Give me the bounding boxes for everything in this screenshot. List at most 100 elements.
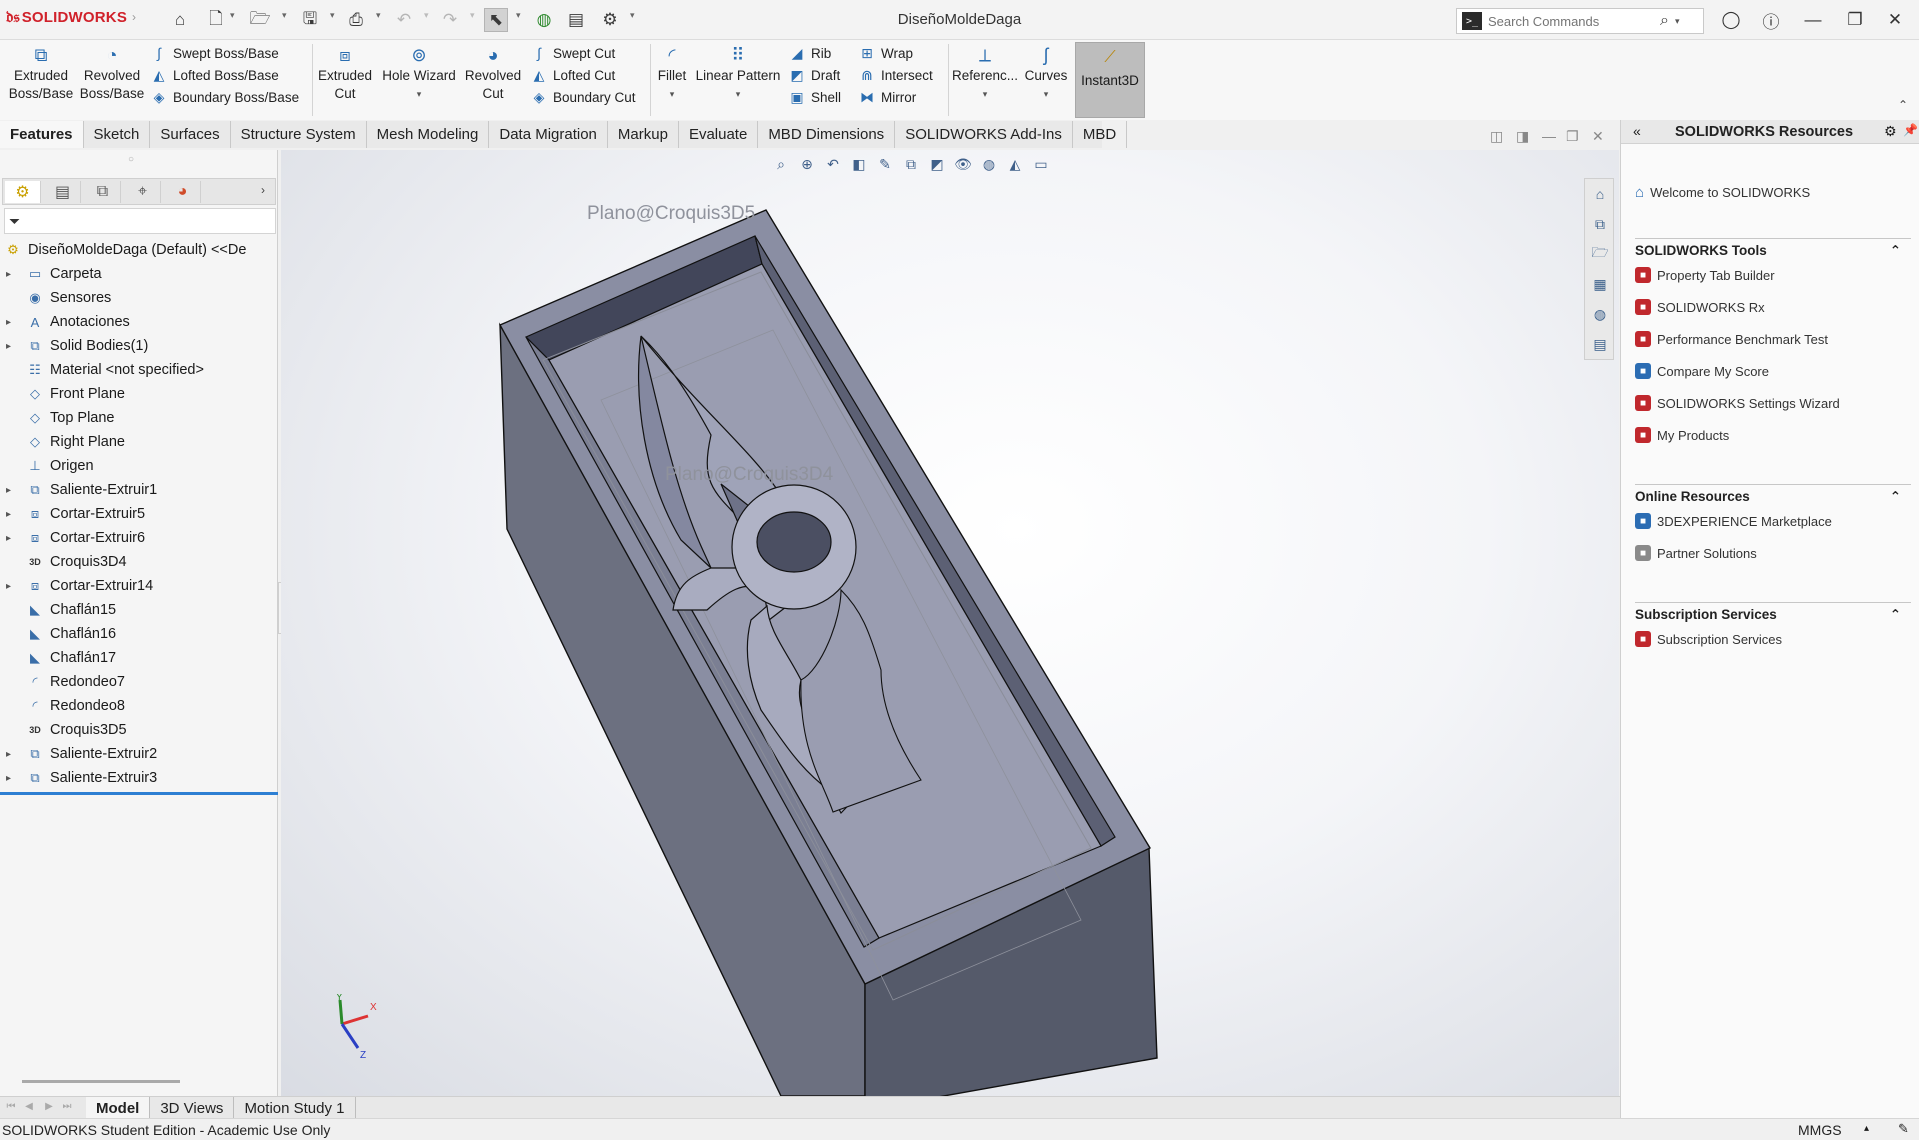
appearances-tab-icon[interactable]: ◍	[1589, 303, 1611, 325]
search-input[interactable]	[1488, 13, 1658, 29]
tree-item[interactable]: ▸ ⧈ Cortar-Extruir14	[0, 574, 278, 598]
collapse-task-pane-icon[interactable]: «	[1633, 123, 1641, 139]
feature-manager-tab-icon[interactable]: ⚙	[5, 181, 41, 203]
hide-show-items-icon[interactable]: 👁	[952, 154, 974, 174]
expand-arrow-icon[interactable]: ▸	[6, 317, 18, 328]
tab-features[interactable]: Features	[0, 121, 84, 148]
view-orientation-icon[interactable]: ⧉	[900, 154, 922, 174]
resource-link-partner-solutions[interactable]: ■ Partner Solutions	[1635, 537, 1911, 569]
design-library-tab-icon[interactable]: ⧉	[1589, 213, 1611, 235]
resource-link-my-products[interactable]: ■ My Products	[1635, 419, 1911, 451]
curves-button[interactable]: ʃ Curves ▾	[1020, 44, 1072, 103]
tree-item[interactable]: 3D Croquis3D5	[0, 718, 278, 742]
open-icon[interactable]: 🗁	[248, 8, 272, 32]
reference-dropdown-icon[interactable]: ▾	[983, 85, 988, 103]
file-properties-icon[interactable]: ▤	[564, 8, 588, 32]
section-view-icon[interactable]: ◧	[848, 154, 870, 174]
new-document-icon[interactable]: 🗋	[204, 8, 228, 32]
revolved-cut-button[interactable]: ◕ Revolved Cut	[460, 44, 526, 103]
tree-item[interactable]: 3D Croquis3D4	[0, 550, 278, 574]
tree-item[interactable]: ▸ ▭ Carpeta	[0, 262, 278, 286]
viewport-minimize-icon[interactable]: —	[1542, 128, 1556, 144]
revolved-boss-button[interactable]: ◔ Revolved Boss/Base	[78, 44, 146, 103]
resource-link-solidworks-settings-wizard[interactable]: ■ SOLIDWORKS Settings Wizard	[1635, 387, 1911, 419]
tab-mesh-modeling[interactable]: Mesh Modeling	[367, 121, 490, 148]
resource-link-solidworks-rx[interactable]: ■ SOLIDWORKS Rx	[1635, 291, 1911, 323]
expand-arrow-icon[interactable]: ▸	[6, 341, 18, 352]
tab-solidworks-add-ins[interactable]: SOLIDWORKS Add-Ins	[895, 121, 1073, 148]
user-account-icon[interactable]: ◯	[1716, 8, 1746, 32]
horizontal-scrollbar[interactable]	[22, 1080, 180, 1083]
next-tab-icon[interactable]: ▶	[42, 1101, 56, 1112]
hole-wizard-dropdown-icon[interactable]: ▾	[417, 85, 422, 103]
tab-evaluate[interactable]: Evaluate	[679, 121, 759, 148]
zoom-to-fit-icon[interactable]: ⌕	[770, 154, 792, 174]
tree-item[interactable]: ▸ ⧉ Saliente-Extruir1	[0, 478, 278, 502]
previous-tab-icon[interactable]: ◀	[22, 1101, 36, 1112]
swept-boss-button[interactable]: ∫ Swept Boss/Base	[148, 42, 299, 64]
swept-cut-button[interactable]: ∫ Swept Cut	[528, 42, 636, 64]
units-dropdown-icon[interactable]: ▴	[1864, 1123, 1869, 1134]
tree-item[interactable]: ▸ ⧉ Saliente-Extruir3	[0, 766, 278, 790]
extruded-boss-button[interactable]: ⧉ Extruded Boss/Base	[8, 44, 74, 103]
panel-grip-icon[interactable]: ○	[128, 154, 134, 165]
collapse-section-icon[interactable]: ⌃	[1890, 489, 1901, 505]
solidworks-logo[interactable]: 𝔡𝔰 SOLIDWORKS	[6, 9, 127, 27]
viewport-restore-icon[interactable]: ❐	[1566, 128, 1579, 145]
tab-sketch[interactable]: Sketch	[84, 121, 151, 148]
display-manager-tab-icon[interactable]: ◕	[165, 181, 201, 203]
save-icon[interactable]: 🖫	[298, 8, 322, 32]
restore-icon[interactable]: ❐	[1840, 8, 1870, 32]
fillet-button[interactable]: ◜ Fillet ▾	[652, 44, 692, 103]
dynamic-annotation-icon[interactable]: ✎	[874, 154, 896, 174]
zoom-to-area-icon[interactable]: ⊕	[796, 154, 818, 174]
rollback-bar[interactable]	[0, 792, 278, 795]
tab-mbd-dimensions[interactable]: MBD Dimensions	[758, 121, 896, 148]
wrap-button[interactable]: ⊞ Wrap	[856, 42, 933, 64]
boundary-boss-button[interactable]: ◈ Boundary Boss/Base	[148, 86, 299, 108]
display-style-icon[interactable]: ◩	[926, 154, 948, 174]
tree-root-part[interactable]: ⚙ DiseñoMoldeDaga (Default) <<De	[0, 238, 278, 262]
expand-arrow-icon[interactable]: ▸	[6, 269, 18, 280]
redo-dropdown-icon[interactable]: ▾	[470, 10, 475, 21]
previous-view-icon[interactable]: ↶	[822, 154, 844, 174]
hole-wizard-button[interactable]: ⊚ Hole Wizard ▾	[378, 44, 460, 103]
options-icon[interactable]: ⚙	[598, 8, 622, 32]
configuration-manager-tab-icon[interactable]: ⧉	[85, 181, 121, 203]
tab-surfaces[interactable]: Surfaces	[150, 121, 231, 148]
search-dropdown-icon[interactable]: ▾	[1675, 16, 1680, 27]
reference-geometry-button[interactable]: ⟂ Referenc... ▾	[950, 44, 1020, 103]
mirror-button[interactable]: ⧓ Mirror	[856, 86, 933, 108]
viewport-tile-icon[interactable]: ◫	[1490, 128, 1503, 145]
search-commands-box[interactable]: >_ ⌕ ▾	[1456, 8, 1704, 34]
resource-link-compare-my-score[interactable]: ■ Compare My Score	[1635, 355, 1911, 387]
task-pane-options-icon[interactable]: ⚙	[1884, 123, 1897, 140]
collapse-section-icon[interactable]: ⌃	[1890, 607, 1901, 623]
resource-link-property-tab-builder[interactable]: ■ Property Tab Builder	[1635, 259, 1911, 291]
collapse-section-icon[interactable]: ⌃	[1890, 243, 1901, 259]
tree-item[interactable]: ☷ Material <not specified>	[0, 358, 278, 382]
apply-scene-icon[interactable]: ◭	[1004, 154, 1026, 174]
view-settings-icon[interactable]: ▭	[1030, 154, 1052, 174]
expand-arrow-icon[interactable]: ▸	[6, 485, 18, 496]
viewport-split-icon[interactable]: ◨	[1516, 128, 1529, 145]
tree-item[interactable]: ◉ Sensores	[0, 286, 278, 310]
quick-tips-icon[interactable]: ✎	[1898, 1121, 1909, 1137]
graphics-area[interactable]: Plano@Croquis3D5 Plano@Croquis3D4	[281, 150, 1619, 1096]
undo-icon[interactable]: ↶	[392, 8, 416, 32]
pin-icon[interactable]: 📌	[1903, 123, 1918, 137]
tree-item[interactable]: ◜ Redondeo8	[0, 694, 278, 718]
boundary-cut-button[interactable]: ◈ Boundary Cut	[528, 86, 636, 108]
extruded-cut-button[interactable]: ⧈ Extruded Cut	[314, 44, 376, 103]
resource-link-3dexperience-marketplace[interactable]: ■ 3DEXPERIENCE Marketplace	[1635, 505, 1911, 537]
dimxpert-manager-tab-icon[interactable]: ⌖	[125, 181, 161, 203]
edit-appearance-icon[interactable]: ◍	[978, 154, 1000, 174]
undo-dropdown-icon[interactable]: ▾	[424, 10, 429, 21]
mold-model[interactable]: Plano@Croquis3D5 Plano@Croquis3D4	[281, 150, 1619, 1096]
first-tab-icon[interactable]: ⏮	[4, 1101, 18, 1112]
redo-icon[interactable]: ↷	[438, 8, 462, 32]
units-indicator[interactable]: MMGS	[1798, 1122, 1842, 1138]
close-icon[interactable]: ✕	[1880, 8, 1910, 32]
tree-item[interactable]: ▸ ⧉ Solid Bodies(1)	[0, 334, 278, 358]
open-dropdown-icon[interactable]: ▾	[282, 10, 287, 21]
